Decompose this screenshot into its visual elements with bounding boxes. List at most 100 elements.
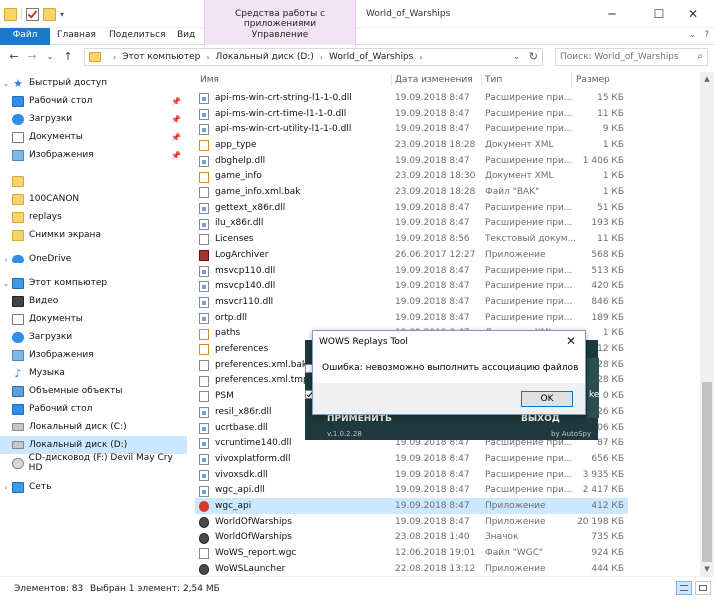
column-header-name[interactable]: Имя <box>200 72 219 88</box>
refresh-icon[interactable]: ↻ <box>529 50 538 63</box>
ok-button[interactable]: OK <box>521 391 573 407</box>
customize-toolbar-icon[interactable]: ▾ <box>60 10 64 19</box>
column-header-date[interactable]: Дата изменения <box>395 72 473 88</box>
up-arrow-icon[interactable]: ↑ <box>60 49 76 65</box>
file-row[interactable]: WoWSLauncher 22.08.2018 13:12 Приложение 44… <box>195 561 628 577</box>
column-header-size[interactable]: Размер <box>576 72 610 88</box>
file-row[interactable]: api-ms-win-crt-string-l1-1-0.dll 19.09.20… <box>195 90 628 106</box>
properties-icon[interactable] <box>26 7 39 21</box>
file-row[interactable]: WorldOfWarships 23.08.2018 1:40 Значок 735 … <box>195 530 628 546</box>
close-icon[interactable]: ✕ <box>671 0 715 28</box>
back-arrow-icon[interactable]: ← <box>6 49 22 65</box>
nav-screenshots[interactable]: Снимки экрана <box>0 226 187 244</box>
help-icon[interactable]: ? <box>704 30 709 40</box>
file-row[interactable]: WoWS_report.wgc 12.06.2018 19:01 Файл "WGC… <box>195 545 628 561</box>
file-row[interactable]: LogArchiver 26.06.2017 12:27 Приложение 568… <box>195 247 628 263</box>
file-row[interactable]: msvcp110.dll 19.09.2018 8:47 Расширение пр… <box>195 263 628 279</box>
nav-pc-documents[interactable]: Документы <box>0 310 187 328</box>
file-row[interactable]: ilu_x86r.dll 19.09.2018 8:47 Расширение пр… <box>195 216 628 232</box>
file-row[interactable]: msvcp140.dll 19.09.2018 8:47 Расширение пр… <box>195 278 628 294</box>
file-name: dbghelp.dll <box>215 155 266 166</box>
new-folder-icon[interactable] <box>43 7 56 21</box>
column-separator[interactable] <box>571 74 572 86</box>
dll-file-icon <box>199 312 209 324</box>
scroll-thumb[interactable] <box>702 382 712 562</box>
exit-button[interactable]: ВЫХОД <box>521 414 560 424</box>
breadcrumb-arrow-icon[interactable]: › <box>206 53 209 62</box>
nav-video[interactable]: Видео <box>0 292 187 310</box>
file-row[interactable]: game_info.xml.bak 23.09.2018 18:28 Файл "B… <box>195 184 628 200</box>
expand-icon[interactable]: ⌄ <box>0 79 12 88</box>
file-row[interactable]: gettext_x86r.dll 19.09.2018 8:47 Расширени… <box>195 200 628 216</box>
file-row[interactable]: ortp.dll 19.09.2018 8:47 Расширение при...… <box>195 310 628 326</box>
file-row[interactable]: dbghelp.dll 19.09.2018 8:47 Расширение при… <box>195 153 628 169</box>
nav-folder-unnamed[interactable] <box>0 172 187 190</box>
tab-manage[interactable]: Управление <box>204 28 356 45</box>
address-dropdown-icon[interactable]: ⌄ <box>513 52 520 61</box>
search-box[interactable]: ⌕ <box>555 48 708 66</box>
nav-music[interactable]: ♪ Музыка <box>0 364 187 382</box>
details-view-icon[interactable] <box>676 581 692 595</box>
file-row[interactable]: Licenses 19.09.2018 8:56 Текстовый докум..… <box>195 231 628 247</box>
file-row[interactable]: app_type 23.09.2018 18:28 Документ XML 1 КБ <box>195 137 628 153</box>
expand-icon[interactable]: › <box>0 255 12 264</box>
nav-desktop[interactable]: Рабочий стол 📌 <box>0 92 187 110</box>
breadcrumb-this-pc[interactable]: Этот компьютер › <box>122 52 215 62</box>
nav-cd-drive[interactable]: CD-дисковод (F:) Devil May Cry HD <box>0 453 187 473</box>
nav-replays[interactable]: replays <box>0 208 187 226</box>
file-row[interactable]: vivoxplatform.dll 19.09.2018 8:47 Расширен… <box>195 451 628 467</box>
breadcrumb-arrow-icon[interactable]: › <box>419 53 422 62</box>
file-row[interactable]: api-ms-win-crt-time-l1-1-0.dll 19.09.2018… <box>195 106 628 122</box>
file-row[interactable]: wgc_api 19.09.2018 8:47 Приложение 412 КБ <box>195 498 628 514</box>
folder-icon[interactable] <box>4 7 17 21</box>
tab-home[interactable]: Главная <box>57 28 96 45</box>
file-row[interactable]: vivoxsdk.dll 19.09.2018 8:47 Расширение пр… <box>195 467 628 483</box>
nav-this-pc[interactable]: ⌄ Этот компьютер <box>0 274 187 292</box>
minimize-icon[interactable]: ─ <box>590 0 634 28</box>
file-row[interactable]: api-ms-win-crt-utility-l1-1-0.dll 19.09.2… <box>195 121 628 137</box>
item-count: Элементов: 83 <box>14 584 84 594</box>
search-input[interactable] <box>556 49 688 65</box>
nav-onedrive[interactable]: › OneDrive <box>0 250 187 268</box>
expand-icon[interactable]: ⌄ <box>0 279 12 288</box>
breadcrumb-world-of-warships[interactable]: World_of_Warships › <box>329 52 429 62</box>
tab-view[interactable]: Вид <box>177 28 195 45</box>
forward-arrow-icon[interactable]: → <box>24 49 40 65</box>
scroll-up-icon[interactable]: ▲ <box>700 72 714 86</box>
scroll-down-icon[interactable]: ▼ <box>700 562 714 576</box>
nav-network[interactable]: › Сеть <box>0 478 187 496</box>
tab-file[interactable]: Файл <box>0 28 50 45</box>
nav-pc-downloads[interactable]: Загрузки <box>0 328 187 346</box>
address-bar[interactable]: › Этот компьютер › Локальный диск (D:) › W… <box>84 48 543 66</box>
breadcrumb-arrow-icon[interactable]: › <box>320 53 323 62</box>
nav-disk-d[interactable]: Локальный диск (D:) <box>0 436 187 454</box>
apply-button[interactable]: ПРИМЕНИТЬ <box>327 414 392 424</box>
column-separator[interactable] <box>481 74 482 86</box>
column-header-type[interactable]: Тип <box>485 72 502 88</box>
recent-chevron-icon[interactable]: ⌄ <box>42 49 58 65</box>
nav-images[interactable]: Изображения 📌 <box>0 146 187 164</box>
close-icon[interactable]: ✕ <box>563 333 579 349</box>
file-row[interactable]: msvcr110.dll 19.09.2018 8:47 Расширение пр… <box>195 294 628 310</box>
file-row[interactable]: WorldOfWarships 19.09.2018 8:47 Приложение… <box>195 514 628 530</box>
file-file-icon <box>199 234 209 246</box>
vertical-scrollbar[interactable]: ▲ ▼ <box>700 72 714 576</box>
file-row[interactable]: wgc_api.dll 19.09.2018 8:47 Расширение при… <box>195 483 628 499</box>
nav-disk-c[interactable]: Локальный диск (C:) <box>0 418 187 436</box>
search-icon[interactable]: ⌕ <box>697 51 703 62</box>
nav-downloads[interactable]: Загрузки 📌 <box>0 110 187 128</box>
nav-pc-desktop[interactable]: Рабочий стол <box>0 400 187 418</box>
nav-3d-objects[interactable]: Объемные объекты <box>0 382 187 400</box>
nav-quick-access[interactable]: ⌄ ★ Быстрый доступ <box>0 74 187 92</box>
column-separator[interactable] <box>391 74 392 86</box>
large-icons-view-icon[interactable] <box>695 581 711 595</box>
nav-pc-images[interactable]: Изображения <box>0 346 187 364</box>
file-row[interactable]: game_info 23.09.2018 18:30 Документ XML 1 К… <box>195 169 628 185</box>
expand-icon[interactable]: › <box>0 483 12 492</box>
tab-share[interactable]: Поделиться <box>109 28 166 45</box>
nav-100canon[interactable]: 100CANON <box>0 190 187 208</box>
chevron-down-icon[interactable]: ⌄ <box>689 30 697 40</box>
nav-documents[interactable]: Документы 📌 <box>0 128 187 146</box>
dll-file-icon <box>199 202 209 214</box>
breadcrumb-disk-d[interactable]: Локальный диск (D:) › <box>216 52 330 62</box>
